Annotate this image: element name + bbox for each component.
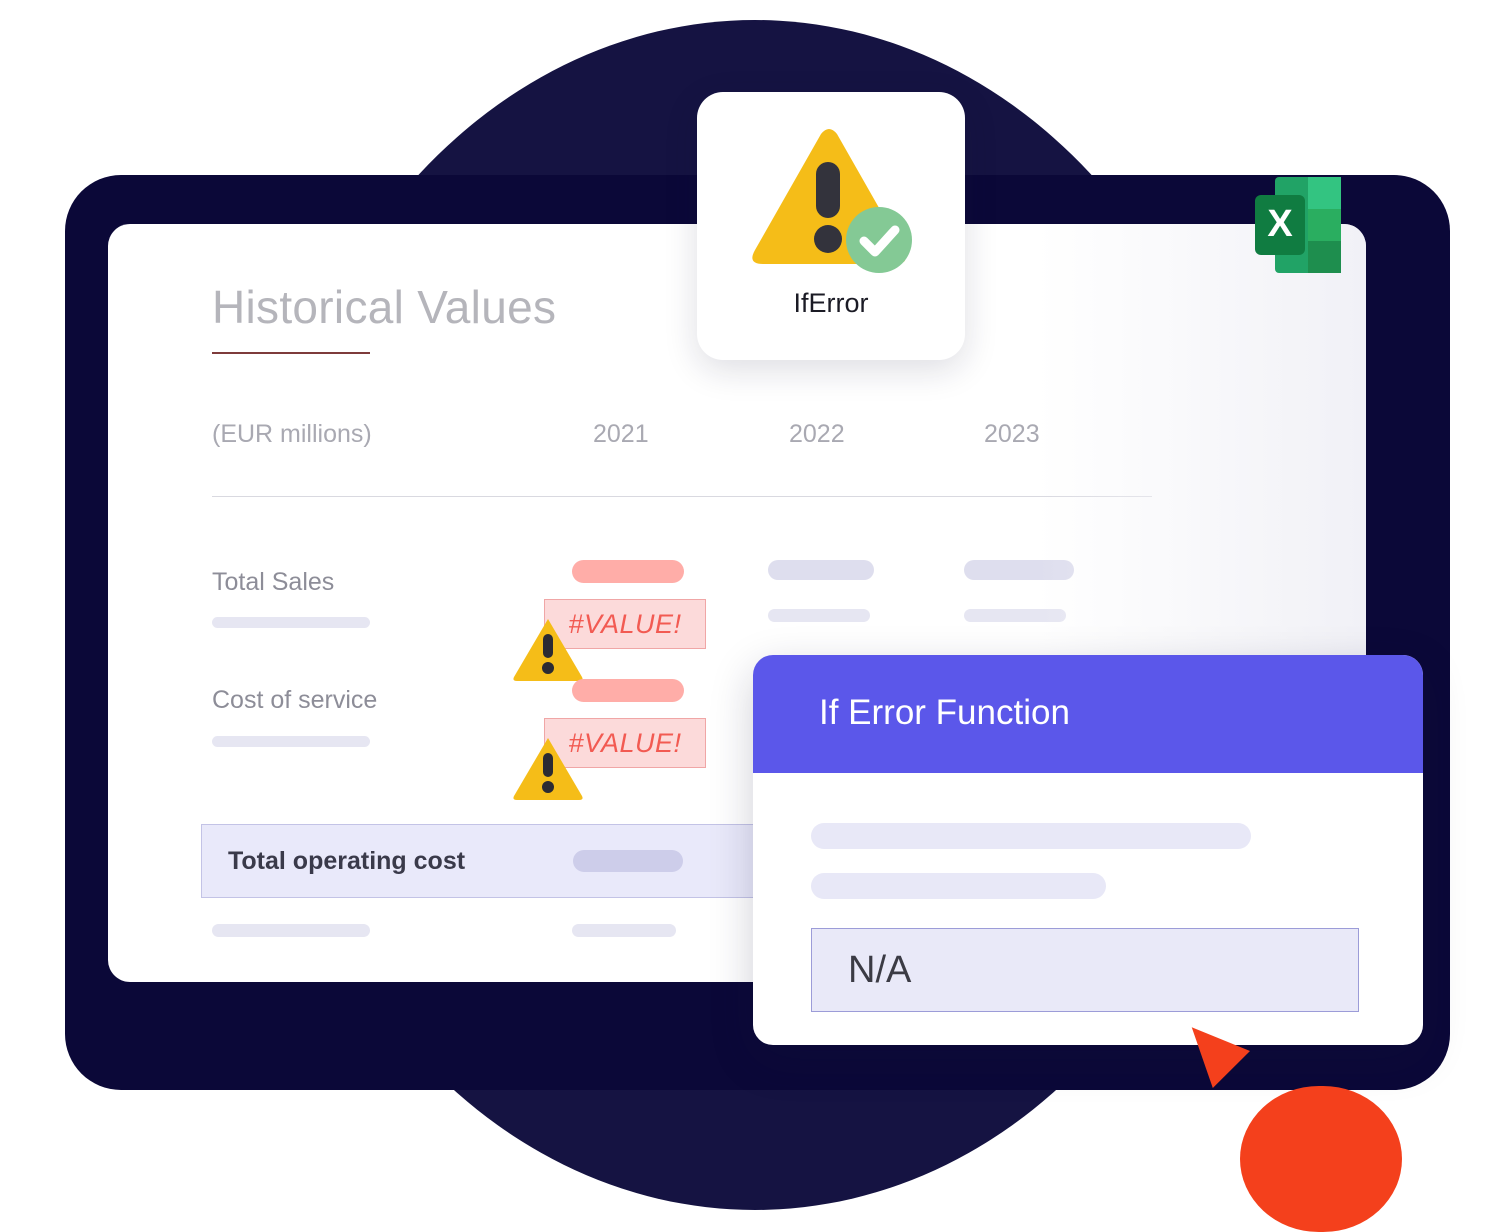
check-circle-icon — [846, 207, 912, 273]
excel-icon-letter: X — [1267, 203, 1293, 245]
cell-subbar-2023-total-sales — [964, 609, 1066, 622]
cell-bar-2023-total-sales — [964, 560, 1074, 580]
cell-subbar-2022-total-sales — [768, 609, 870, 622]
error-cell-text: #VALUE! — [568, 727, 682, 758]
dialog-title: If Error Function — [819, 693, 1070, 732]
table-row-label-total-operating-cost: Total operating cost — [228, 847, 466, 875]
title-underline — [212, 352, 370, 354]
cell-bar-2021-cost-of-service — [572, 679, 684, 702]
cell-bar-2021-total-sales — [572, 560, 684, 583]
dialog-placeholder-line-1 — [811, 823, 1251, 849]
dialog-placeholder-line-2 — [811, 873, 1106, 899]
table-row-label-cost-of-service: Cost of service — [212, 686, 378, 714]
decorative-orange-blob — [1240, 1086, 1402, 1232]
excel-app-icon[interactable]: X — [1251, 169, 1349, 281]
warning-triangle-icon — [752, 129, 912, 273]
cell-bar-2022-total-sales — [768, 560, 874, 580]
if-error-value-text: N/A — [848, 948, 912, 991]
illustration-stage: Historical Values (EUR millions) 2021 20… — [0, 0, 1500, 1232]
table-header-2022: 2022 — [789, 420, 845, 448]
table-header-row: (EUR millions) 2021 2022 2023 — [212, 420, 1152, 480]
cell-subbar-2021-total-operating-cost — [572, 924, 676, 937]
table-row-label-total-sales: Total Sales — [212, 568, 335, 596]
iferror-badge-label: IfError — [793, 288, 869, 318]
table-header-2021: 2021 — [593, 420, 649, 448]
row-placeholder-bar — [212, 736, 370, 747]
warning-triangle-icon — [513, 619, 583, 681]
dialog-header: If Error Function — [753, 655, 1423, 773]
error-cell-text: #VALUE! — [568, 608, 682, 639]
table-header-unit: (EUR millions) — [212, 420, 372, 448]
warning-triangle-icon — [513, 738, 583, 800]
iferror-badge-card[interactable]: IfError — [697, 92, 965, 360]
table-header-divider — [212, 496, 1152, 497]
if-error-value-input[interactable]: N/A — [811, 928, 1359, 1012]
if-error-function-dialog: If Error Function N/A — [753, 655, 1423, 1045]
row-placeholder-bar — [212, 924, 370, 937]
page-title: Historical Values — [212, 281, 557, 333]
cell-bar-2021-total-operating-cost — [573, 850, 683, 872]
table-header-2023: 2023 — [984, 420, 1040, 448]
row-placeholder-bar — [212, 617, 370, 628]
